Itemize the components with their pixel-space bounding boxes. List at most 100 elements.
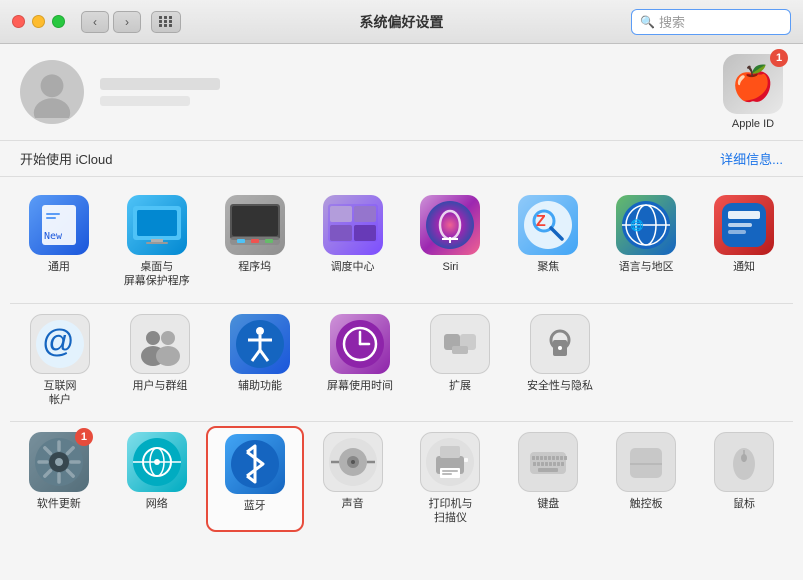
extensions-icon — [430, 314, 490, 374]
grid-view-button[interactable] — [151, 11, 181, 33]
grid-icon — [159, 16, 173, 27]
app-icon-users[interactable]: 用户与群组 — [110, 308, 210, 414]
icon-row-1: @ 互联网 帐户 用户与群组 辅助功能 屏幕使用时间 — [10, 308, 793, 414]
software-icon: 1 — [29, 432, 89, 492]
app-icon-mission[interactable]: 调度中心 — [304, 189, 402, 295]
app-icon-internet[interactable]: @ 互联网 帐户 — [10, 308, 110, 414]
keyboard-icon — [518, 432, 578, 492]
apple-id-badge: 1 — [770, 49, 788, 67]
icloud-banner: 开始使用 iCloud 详细信息... — [0, 141, 803, 177]
window-title: 系统偏好设置 — [360, 12, 444, 32]
security-icon — [530, 314, 590, 374]
svg-text:🌐: 🌐 — [630, 219, 644, 232]
app-icon-printer[interactable]: 打印机与 扫描仪 — [402, 426, 500, 532]
software-badge: 1 — [75, 428, 93, 446]
notification-label: 通知 — [733, 260, 755, 274]
app-icon-language[interactable]: 🌐 语言与地区 — [597, 189, 695, 295]
app-icon-notification[interactable]: 通知 — [695, 189, 793, 295]
sound-icon — [323, 432, 383, 492]
app-icon-trackpad[interactable]: 触控板 — [597, 426, 695, 532]
search-icon: 🔍 — [640, 15, 655, 29]
apple-id-button[interactable]: 🍎 1 Apple ID — [723, 54, 783, 130]
mouse-icon — [714, 432, 774, 492]
app-icon-network[interactable]: 网络 — [108, 426, 206, 532]
svg-text:New: New — [44, 231, 63, 242]
software-label: 软件更新 — [37, 497, 81, 511]
mouse-label: 鼠标 — [733, 497, 755, 511]
app-icon-mouse[interactable]: 鼠标 — [695, 426, 793, 532]
app-icon-siri[interactable]: Siri — [402, 189, 500, 295]
profile-info — [100, 78, 783, 106]
internet-icon: @ — [30, 314, 90, 374]
nav-buttons: ‹ › — [81, 11, 141, 33]
app-icon-extensions[interactable]: 扩展 — [410, 308, 510, 414]
bluetooth-icon — [225, 434, 285, 494]
sound-label: 声音 — [342, 497, 364, 511]
printer-icon — [420, 432, 480, 492]
dock-icon — [225, 195, 285, 255]
bluetooth-label: 蓝牙 — [244, 499, 266, 513]
apple-id-label: Apple ID — [732, 118, 774, 130]
divider-1 — [10, 421, 793, 422]
app-icon-sound[interactable]: 声音 — [304, 426, 402, 532]
app-icon-keyboard[interactable]: 键盘 — [499, 426, 597, 532]
general-label: 通用 — [48, 260, 70, 274]
trackpad-icon — [616, 432, 676, 492]
app-icon-general[interactable]: New 通用 — [10, 189, 108, 295]
spotlight-label: 聚焦 — [537, 260, 559, 274]
profile-sub-blur — [100, 96, 190, 106]
app-icon-spotlight[interactable]: Z 聚焦 — [499, 189, 597, 295]
users-label: 用户与群组 — [133, 379, 188, 393]
app-icon-accessibility[interactable]: 辅助功能 — [210, 308, 310, 414]
accessibility-label: 辅助功能 — [238, 379, 282, 393]
desktop-label: 桌面与 屏幕保护程序 — [124, 260, 190, 289]
general-icon: New — [29, 195, 89, 255]
avatar[interactable] — [20, 60, 84, 124]
spotlight-icon: Z — [518, 195, 578, 255]
printer-label: 打印机与 扫描仪 — [428, 497, 472, 526]
svg-text:Z: Z — [536, 213, 546, 230]
accessibility-icon — [230, 314, 290, 374]
apple-id-icon: 🍎 1 — [723, 54, 783, 114]
avatar-icon — [26, 66, 78, 118]
maximize-button[interactable] — [52, 15, 65, 28]
search-box[interactable]: 🔍 搜索 — [631, 9, 791, 35]
icons-section: New 通用 桌面与 屏幕保护程序 程序坞 调度中心 — [0, 177, 803, 552]
language-icon: 🌐 — [616, 195, 676, 255]
icon-row-0: New 通用 桌面与 屏幕保护程序 程序坞 调度中心 — [10, 189, 793, 295]
screentime-label: 屏幕使用时间 — [327, 379, 393, 393]
trackpad-label: 触控板 — [630, 497, 663, 511]
divider-0 — [10, 303, 793, 304]
app-icon-screentime[interactable]: 屏幕使用时间 — [310, 308, 410, 414]
app-icon-security[interactable]: 安全性与隐私 — [510, 308, 610, 414]
mission-label: 调度中心 — [331, 260, 375, 274]
icon-row-2: 1 软件更新 网络 蓝牙 声音 — [10, 426, 793, 532]
screentime-icon — [330, 314, 390, 374]
minimize-button[interactable] — [32, 15, 45, 28]
window-controls — [12, 15, 65, 28]
dock-label: 程序坞 — [238, 260, 271, 274]
mission-icon — [323, 195, 383, 255]
network-icon — [127, 432, 187, 492]
main-content: 🍎 1 Apple ID 开始使用 iCloud 详细信息... New 通用 … — [0, 44, 803, 580]
search-placeholder: 搜索 — [659, 12, 685, 31]
notification-icon — [714, 195, 774, 255]
icloud-banner-text: 开始使用 iCloud — [20, 149, 112, 168]
svg-text:@: @ — [42, 323, 74, 359]
close-button[interactable] — [12, 15, 25, 28]
language-label: 语言与地区 — [619, 260, 674, 274]
app-icon-desktop[interactable]: 桌面与 屏幕保护程序 — [108, 189, 206, 295]
profile-section: 🍎 1 Apple ID — [0, 44, 803, 141]
security-label: 安全性与隐私 — [527, 379, 593, 393]
forward-button[interactable]: › — [113, 11, 141, 33]
keyboard-label: 键盘 — [537, 497, 559, 511]
users-icon — [130, 314, 190, 374]
apple-logo-icon: 🍎 — [732, 64, 774, 104]
back-button[interactable]: ‹ — [81, 11, 109, 33]
app-icon-software[interactable]: 1 软件更新 — [10, 426, 108, 532]
icloud-details-link[interactable]: 详细信息... — [720, 149, 783, 168]
app-icon-dock[interactable]: 程序坞 — [206, 189, 304, 295]
app-icon-bluetooth[interactable]: 蓝牙 — [206, 426, 304, 532]
siri-icon — [420, 195, 480, 255]
titlebar: ‹ › 系统偏好设置 🔍 搜索 — [0, 0, 803, 44]
